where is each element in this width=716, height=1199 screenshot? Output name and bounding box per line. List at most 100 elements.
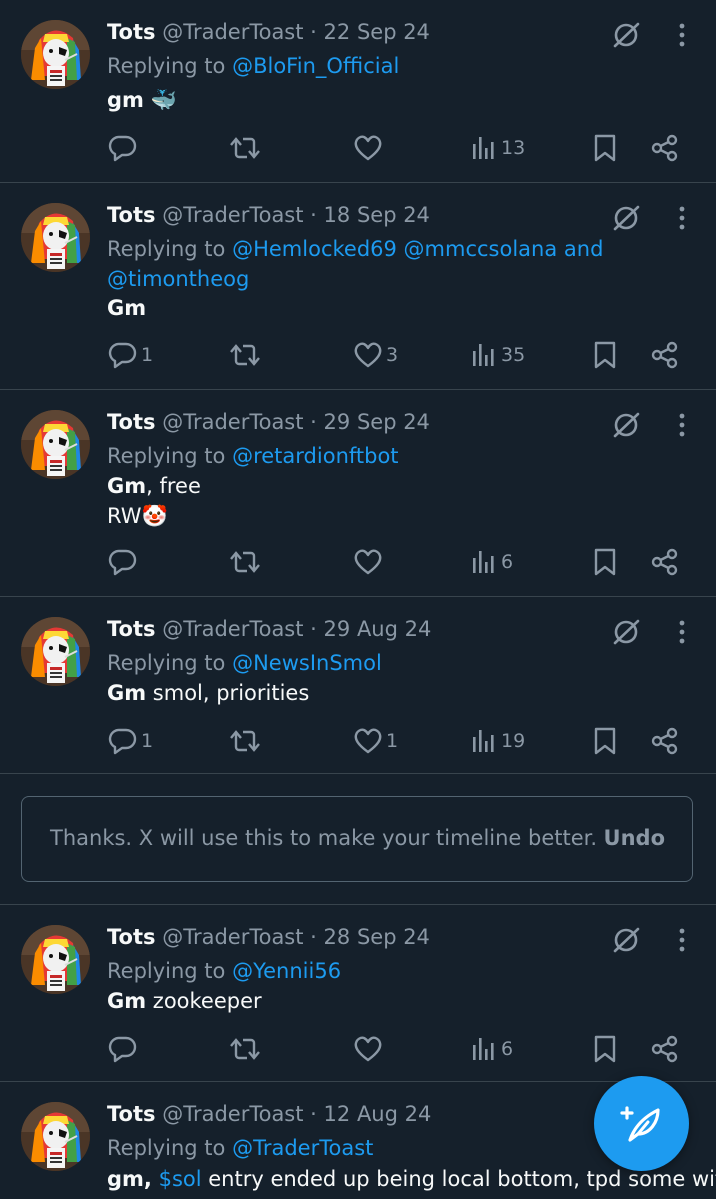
timestamp[interactable]: 28 Sep 24 [324,925,430,949]
handle[interactable]: @TraderToast [162,617,303,641]
avatar[interactable] [21,203,90,272]
avatar[interactable] [21,925,90,994]
tweet[interactable]: Tots @TraderToast · 29 Sep 24 Replying t… [0,390,716,597]
timestamp[interactable]: 29 Sep 24 [324,410,430,434]
grok-icon[interactable] [611,203,641,233]
display-name[interactable]: Tots [107,1102,156,1126]
like-button[interactable] [353,1031,386,1067]
view-count: 19 [501,730,526,752]
repost-button[interactable] [229,337,264,373]
tweet[interactable]: Tots @TraderToast · 18 Sep 24 Replying t… [0,183,716,390]
share-button[interactable] [650,130,680,166]
views-button[interactable]: 35 [470,337,525,373]
more-icon[interactable] [670,927,694,953]
repost-button[interactable] [229,544,264,580]
handle[interactable]: @TraderToast [162,1102,303,1126]
bookmark-button[interactable] [592,544,618,580]
handle[interactable]: @TraderToast [162,20,303,44]
reply-button[interactable] [108,544,141,580]
grok-icon[interactable] [611,20,641,50]
reply-icon [108,726,138,756]
replying-to: Replying to @Yennii56 [107,956,627,986]
display-name[interactable]: Tots [107,925,156,949]
view-count: 13 [501,137,526,159]
tweet-text-bold: Gm [107,681,147,705]
bookmark-button[interactable] [592,723,618,759]
tweet-text-line2: RW [107,504,142,528]
mention-link[interactable]: @TraderToast [232,1136,373,1160]
action-bar: 1 3 35 [0,337,716,373]
tweet[interactable]: Tots @TraderToast · 22 Sep 24 Replying t… [0,0,716,183]
compose-button[interactable] [594,1076,689,1171]
like-button[interactable] [353,544,386,580]
reply-button[interactable] [108,130,141,166]
handle[interactable]: @TraderToast [162,925,303,949]
emoji: 🤡 [141,504,168,528]
separator: · [310,410,317,434]
reply-button[interactable] [108,1031,141,1067]
grok-icon[interactable] [611,617,641,647]
bookmark-button[interactable] [592,130,618,166]
undo-button[interactable]: Undo [604,826,665,850]
mention-link[interactable]: @Hemlocked69 @mmccsolana and [232,237,603,261]
display-name[interactable]: Tots [107,203,156,227]
share-button[interactable] [650,1031,680,1067]
avatar[interactable] [21,20,90,89]
more-icon[interactable] [670,412,694,438]
repost-button[interactable] [229,1031,264,1067]
more-icon[interactable] [670,205,694,231]
like-button[interactable]: 1 [353,723,398,759]
tweet-header: Tots @TraderToast · 22 Sep 24 [107,17,430,47]
timestamp[interactable]: 29 Aug 24 [324,617,432,641]
timestamp[interactable]: 12 Aug 24 [324,1102,432,1126]
display-name[interactable]: Tots [107,617,156,641]
replying-to: Replying to @BloFin_Official [107,51,627,81]
bookmark-icon [592,547,618,577]
timestamp[interactable]: 18 Sep 24 [324,203,430,227]
timestamp[interactable]: 22 Sep 24 [324,20,430,44]
mention-link[interactable]: @timontheog [107,267,249,291]
share-button[interactable] [650,337,680,373]
tweet[interactable]: Tots @TraderToast · 29 Aug 24 Replying t… [0,597,716,774]
mention-link[interactable]: @Yennii56 [232,959,341,983]
feedback-notice-text: Thanks. X will use this to make your tim… [50,826,598,850]
reply-button[interactable]: 1 [108,723,153,759]
display-name[interactable]: Tots [107,410,156,434]
mention-link[interactable]: @NewsInSmol [232,651,382,675]
avatar[interactable] [21,1102,90,1171]
repost-icon [229,340,261,370]
handle[interactable]: @TraderToast [162,203,303,227]
avatar[interactable] [21,617,90,686]
like-button[interactable]: 3 [353,337,398,373]
mention-link[interactable]: @retardionftbot [232,444,398,468]
reply-button[interactable]: 1 [108,337,153,373]
avatar[interactable] [21,410,90,479]
like-button[interactable] [353,130,386,166]
display-name[interactable]: Tots [107,20,156,44]
tweet[interactable]: Tots @TraderToast · 28 Sep 24 Replying t… [0,905,716,1082]
views-button[interactable]: 6 [470,544,513,580]
cashtag-link[interactable]: $sol [159,1167,202,1191]
more-icon[interactable] [670,619,694,645]
bookmark-button[interactable] [592,337,618,373]
reply-count: 1 [141,344,154,366]
views-button[interactable]: 6 [470,1031,513,1067]
repost-button[interactable] [229,130,264,166]
mention-link[interactable]: @BloFin_Official [232,54,399,78]
separator: · [310,203,317,227]
tweet-header: Tots @TraderToast · 12 Aug 24 [107,1099,431,1129]
views-button[interactable]: 13 [470,130,525,166]
more-icon[interactable] [670,22,694,48]
share-button[interactable] [650,544,680,580]
grok-icon[interactable] [611,410,641,440]
replying-prefix: Replying to [107,237,226,261]
grok-icon[interactable] [611,925,641,955]
action-bar: 13 [0,130,716,166]
handle[interactable]: @TraderToast [162,410,303,434]
repost-button[interactable] [229,723,264,759]
share-button[interactable] [650,723,680,759]
tweet-header: Tots @TraderToast · 29 Sep 24 [107,407,430,437]
views-button[interactable]: 19 [470,723,525,759]
bookmark-button[interactable] [592,1031,618,1067]
tweet-header: Tots @TraderToast · 28 Sep 24 [107,922,430,952]
